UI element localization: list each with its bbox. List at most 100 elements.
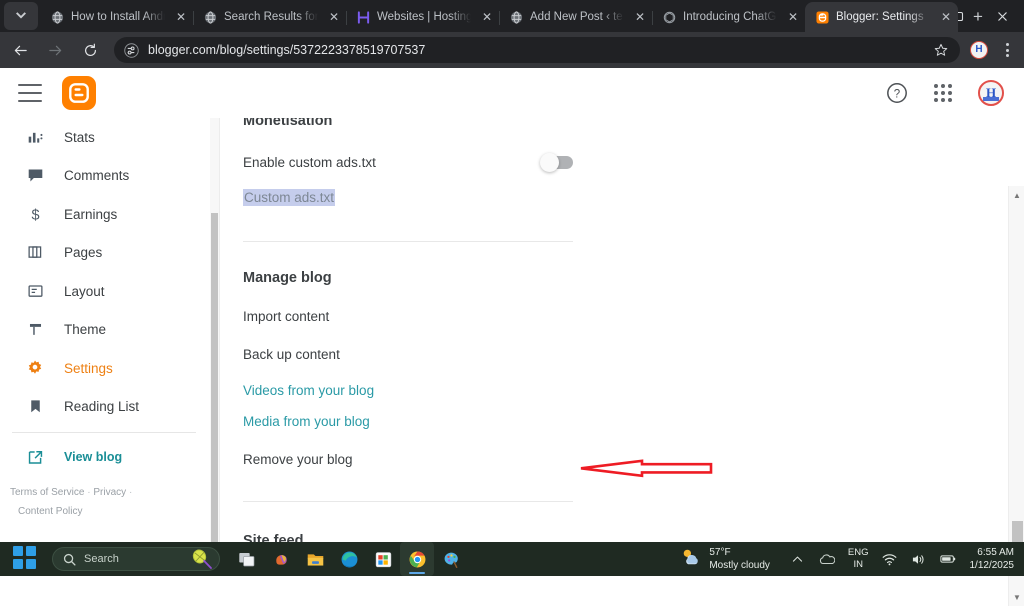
windows-start-icon[interactable] <box>13 546 39 572</box>
sidebar-item-layout[interactable]: Layout <box>0 272 210 311</box>
terms-of-service-link[interactable]: Terms of Service <box>10 487 84 498</box>
taskbar-clock[interactable]: 6:55 AM 1/12/2025 <box>970 546 1015 572</box>
language-indicator[interactable]: ENG IN <box>848 547 869 571</box>
tab-websites-hosting[interactable]: Websites | Hosting ✕ <box>346 2 500 32</box>
address-bar[interactable]: blogger.com/blog/settings/53722233785197… <box>114 37 960 63</box>
blogger-logo-icon[interactable] <box>62 76 96 110</box>
header-actions: ? H <box>886 80 1024 106</box>
onedrive-icon[interactable] <box>819 551 835 567</box>
sidebar-item-theme[interactable]: Theme <box>0 311 210 350</box>
sidebar-scrollbar[interactable] <box>210 118 219 563</box>
task-view-icon[interactable] <box>230 542 264 576</box>
sidebar-item-label: Settings <box>64 360 113 376</box>
remove-your-blog-link[interactable]: Remove your blog <box>243 452 573 467</box>
tab-strip: How to Install Andr ✕ Search Results for… <box>0 0 1024 32</box>
settings-content: Monetisation Enable custom ads.txt Custo… <box>220 118 1004 542</box>
sidebar-item-stats[interactable]: Stats <box>0 118 210 157</box>
media-from-your-blog-link[interactable]: Media from your blog <box>243 414 573 429</box>
microsoft-store-icon[interactable] <box>366 542 400 576</box>
taskbar-search-box[interactable]: Search <box>52 547 220 571</box>
close-tab-icon[interactable]: ✕ <box>632 9 648 25</box>
sidebar-scrollbar-thumb[interactable] <box>211 213 218 563</box>
paint-icon[interactable] <box>434 542 468 576</box>
speaker-icon[interactable] <box>911 551 927 567</box>
chrome-icon[interactable] <box>400 542 434 576</box>
weather-temperature: 57°F <box>709 546 731 558</box>
tennis-racket-icon <box>191 549 213 569</box>
tab-blogger-settings[interactable]: Blogger: Settings ✕ <box>805 2 958 32</box>
taskbar-right: 57°F Mostly cloudy ENG IN 6:55 AM 1/12/2… <box>680 546 1024 572</box>
sidebar-item-reading-list[interactable]: Reading List <box>0 388 210 427</box>
custom-ads-txt-label: Custom ads.txt <box>243 189 336 206</box>
close-window-button[interactable] <box>980 0 1024 32</box>
tab-title: How to Install Andr <box>71 11 167 23</box>
close-tab-icon[interactable]: ✕ <box>938 9 954 25</box>
partly-cloudy-icon <box>680 547 702 572</box>
tab-title: Blogger: Settings <box>836 11 924 23</box>
battery-icon[interactable] <box>939 551 956 567</box>
import-content-link[interactable]: Import content <box>243 309 573 324</box>
browser-menu-button[interactable] <box>994 35 1020 65</box>
pages-icon <box>24 243 46 263</box>
sidebar-item-settings[interactable]: Settings <box>0 349 210 388</box>
close-tab-icon[interactable]: ✕ <box>785 9 801 25</box>
taskbar-app-list <box>230 542 468 576</box>
blogger-icon <box>815 10 829 24</box>
close-tab-icon[interactable]: ✕ <box>479 9 495 25</box>
tab-title: Websites | Hosting <box>377 11 473 23</box>
tab-introducing-chatgpt[interactable]: Introducing ChatG ✕ <box>652 2 806 32</box>
view-blog-link[interactable]: View blog <box>0 439 210 475</box>
sidebar-item-pages[interactable]: Pages <box>0 234 210 273</box>
sidebar-item-comments[interactable]: Comments <box>0 157 210 196</box>
dollar-icon: $ <box>24 204 46 224</box>
profile-avatar[interactable]: H <box>970 41 988 59</box>
browser-toolbar: blogger.com/blog/settings/53722233785197… <box>0 32 1024 68</box>
weather-widget[interactable]: 57°F Mostly cloudy <box>680 546 770 572</box>
edge-icon[interactable] <box>332 542 366 576</box>
hamburger-icon[interactable] <box>18 84 42 102</box>
language-secondary: IN <box>853 559 863 570</box>
back-button[interactable] <box>5 35 35 65</box>
tab-how-to-install[interactable]: How to Install Andr ✕ <box>40 2 194 32</box>
close-tab-icon[interactable]: ✕ <box>326 9 342 25</box>
sidebar-item-label: Reading List <box>64 399 140 415</box>
reload-button[interactable] <box>75 35 105 65</box>
show-hidden-icons-icon[interactable] <box>790 551 806 567</box>
google-apps-grid-icon[interactable] <box>934 84 952 102</box>
enable-custom-ads-toggle[interactable] <box>540 152 573 172</box>
sidebar-item-earnings[interactable]: $ Earnings <box>0 195 210 234</box>
sidebar-item-label: Stats <box>64 129 95 145</box>
back-up-content-link[interactable]: Back up content <box>243 347 573 362</box>
forward-button[interactable] <box>40 35 70 65</box>
scroll-up-arrow[interactable]: ▲ <box>1009 188 1024 202</box>
close-tab-icon[interactable]: ✕ <box>173 9 189 25</box>
view-blog-label: View blog <box>64 450 123 464</box>
tab-search-results[interactable]: Search Results for ✕ <box>193 2 347 32</box>
file-explorer-icon[interactable] <box>298 542 332 576</box>
manage-blog-heading: Manage blog <box>243 270 332 286</box>
tune-icon[interactable] <box>124 42 139 58</box>
close-icon <box>997 11 1007 21</box>
copilot-icon[interactable] <box>264 542 298 576</box>
privacy-link[interactable]: Privacy <box>93 487 126 498</box>
star-icon <box>934 43 948 56</box>
sidebar-legal-links: Terms of Service · Privacy · Content Pol… <box>0 475 210 521</box>
content-policy-link[interactable]: Content Policy <box>18 506 82 517</box>
account-avatar[interactable]: H <box>978 80 1004 106</box>
avatar-initial: H <box>985 85 997 100</box>
custom-ads-txt-row[interactable]: Custom ads.txt <box>243 189 573 207</box>
wifi-icon[interactable] <box>882 551 898 567</box>
enable-custom-ads-row[interactable]: Enable custom ads.txt <box>243 152 573 172</box>
legal-line-1: Terms of Service · Privacy · <box>10 483 210 502</box>
help-circle-icon[interactable]: ? <box>886 82 908 104</box>
tab-search-button[interactable] <box>4 2 38 30</box>
menu-dot <box>1005 48 1009 52</box>
videos-from-your-blog-link[interactable]: Videos from your blog <box>243 383 573 398</box>
tab-list: How to Install Andr ✕ Search Results for… <box>40 0 983 32</box>
tab-add-new-post[interactable]: Add New Post ‹ te ✕ <box>499 2 653 32</box>
arrow-left-icon <box>14 45 27 55</box>
scroll-down-arrow[interactable]: ▼ <box>1009 590 1024 604</box>
bookmark-button[interactable] <box>930 39 952 61</box>
svg-text:?: ? <box>894 88 900 100</box>
menu-dot <box>1005 43 1009 46</box>
